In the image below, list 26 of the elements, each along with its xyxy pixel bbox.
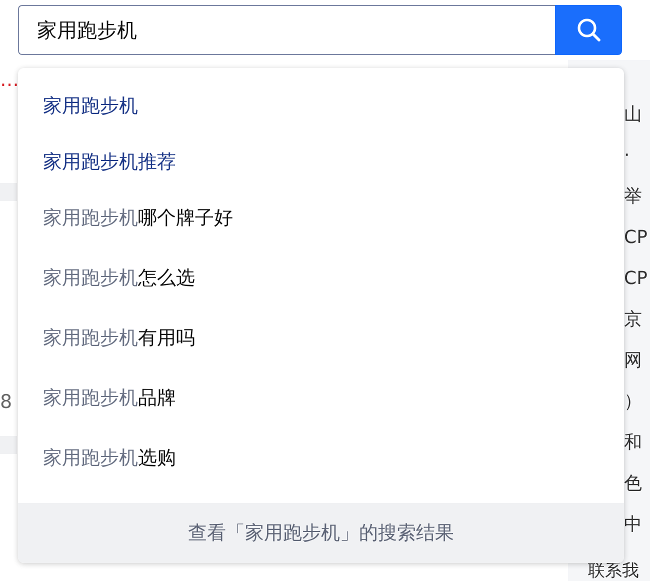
search-icon — [576, 17, 602, 43]
background-text: … — [0, 68, 17, 92]
background-text: 和 — [623, 433, 643, 455]
divider-band — [0, 183, 17, 201]
search-button[interactable] — [555, 5, 622, 55]
divider-band — [0, 436, 17, 454]
background-text: 山 — [623, 105, 643, 127]
background-text: ） — [623, 392, 643, 414]
suggestion-item[interactable]: 家用跑步机怎么选 — [18, 250, 624, 310]
background-text: CP — [623, 269, 648, 291]
suggestion-item[interactable]: 家用跑步机选购 — [18, 430, 624, 490]
suggestion-item[interactable]: 家用跑步机有用吗 — [18, 310, 624, 370]
search-field[interactable]: 家用跑步机 — [18, 5, 555, 55]
background-text: 8 — [0, 390, 14, 414]
background-text: 色 — [623, 474, 643, 496]
background-text: 京 — [623, 310, 643, 332]
background-text: CP — [623, 228, 648, 250]
suggestion-item[interactable]: 家用跑步机 — [18, 78, 624, 134]
background-text: 网 — [623, 351, 643, 373]
view-results-link[interactable]: 查看「家用跑步机」的搜索结果 — [18, 503, 624, 563]
suggestion-item[interactable]: 家用跑步机推荐 — [18, 134, 624, 190]
background-text: · — [623, 146, 631, 168]
suggestion-item[interactable]: 家用跑步机哪个牌子好 — [18, 190, 624, 250]
background-text: 举 — [623, 187, 643, 209]
background-text: 中 — [623, 515, 643, 537]
suggestion-item[interactable]: 家用跑步机品牌 — [18, 370, 624, 430]
